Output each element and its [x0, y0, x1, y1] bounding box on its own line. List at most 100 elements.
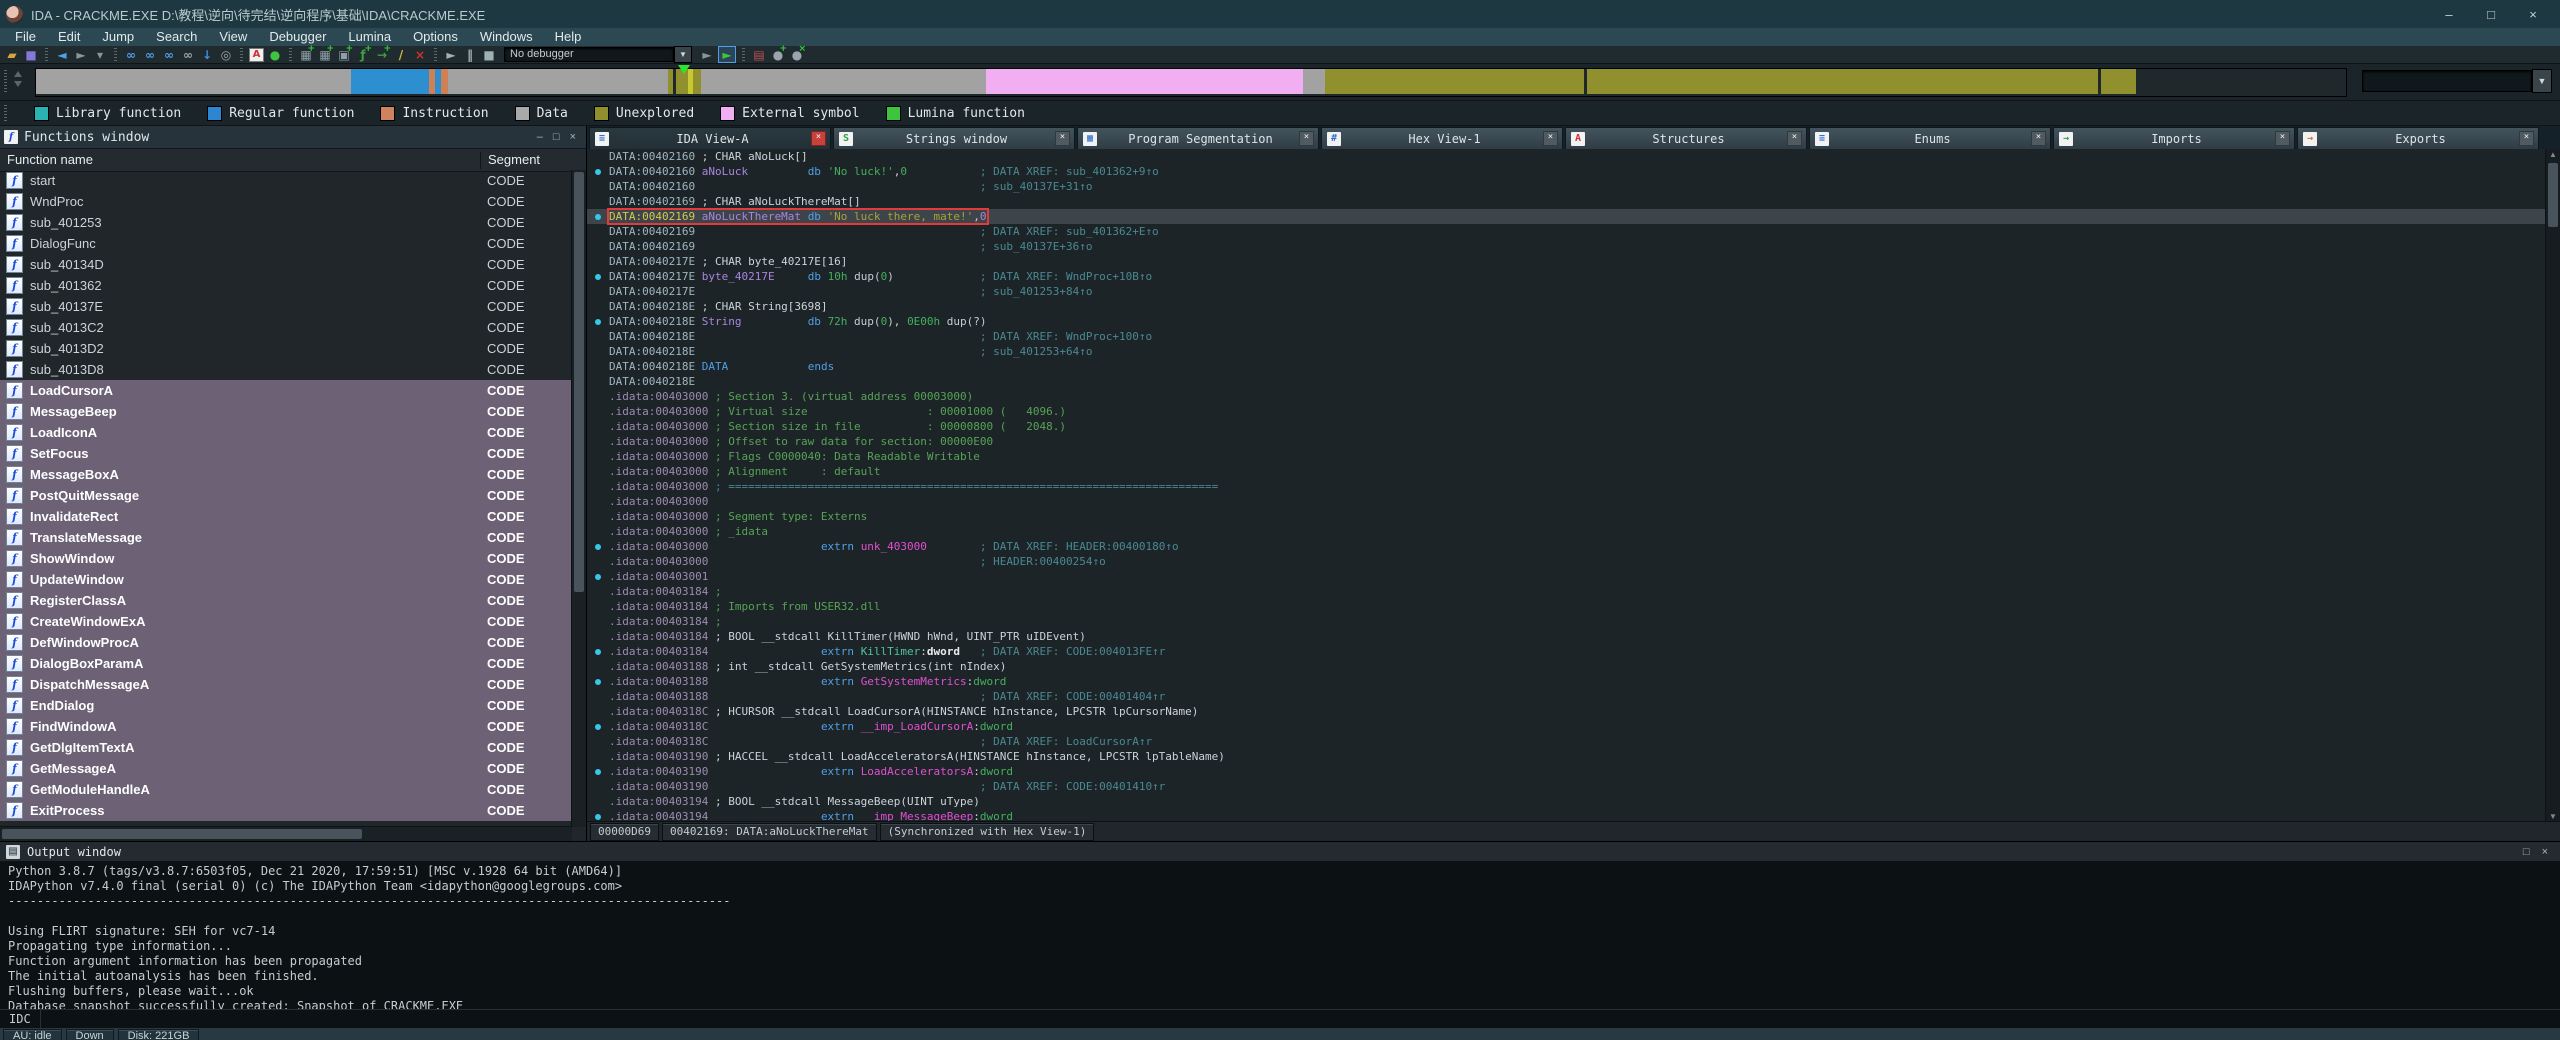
scrollbar-thumb[interactable] — [2548, 163, 2558, 227]
disasm-line[interactable]: .idata:00403000 ; Flags C0000040: Data R… — [587, 449, 2546, 464]
navband-segment[interactable] — [1303, 69, 1325, 94]
disasm-line[interactable]: .idata:00403000 ; Section 3. (virtual ad… — [587, 389, 2546, 404]
cli-selector[interactable]: IDC — [0, 1010, 41, 1028]
navigation-band-track[interactable] — [35, 68, 2347, 97]
tab-close-button[interactable]: × — [2519, 131, 2534, 146]
tab-close-button[interactable]: × — [1787, 131, 1802, 146]
function-row-translatemessage[interactable]: fTranslateMessageCODE — [0, 527, 572, 548]
make-function-icon[interactable]: ƒ+ — [355, 47, 371, 62]
disasm-line[interactable]: DATA:0040217E ; CHAR byte_40217E[16] — [587, 254, 2546, 269]
dropdown-arrow-icon[interactable]: ▼ — [674, 46, 692, 63]
disasm-line[interactable]: .idata:00403188 ; DATA XREF: CODE:004014… — [587, 689, 2546, 704]
disasm-line[interactable]: .idata:00403184 ; — [587, 614, 2546, 629]
navband-combo-arrow-icon[interactable]: ▼ — [2532, 69, 2552, 93]
function-row-messagebeep[interactable]: fMessageBeepCODE — [0, 401, 572, 422]
functions-vertical-scrollbar[interactable] — [571, 170, 586, 827]
tab-program-segmentation[interactable]: ▦Program Segmentation× — [1077, 127, 1319, 150]
function-row-enddialog[interactable]: fEndDialogCODE — [0, 695, 572, 716]
start-process-icon[interactable]: ► — [718, 46, 736, 63]
column-function-name[interactable]: Function name — [7, 152, 93, 167]
navigate-back-icon[interactable]: ◄ — [54, 47, 70, 62]
function-row-sub-401362[interactable]: fsub_401362CODE — [0, 275, 572, 296]
menu-edit[interactable]: Edit — [47, 28, 91, 46]
menu-options[interactable]: Options — [402, 28, 469, 46]
disasm-line[interactable]: .idata:00403000 — [587, 494, 2546, 509]
function-row-dialogboxparama[interactable]: fDialogBoxParamACODE — [0, 653, 572, 674]
disasm-line[interactable]: DATA:00402160 ; sub_40137E+31↑o — [587, 179, 2546, 194]
navband-segment[interactable] — [701, 69, 986, 94]
disassembly-scrollbar[interactable]: ▲ ▼ — [2545, 149, 2560, 823]
disasm-line[interactable]: .idata:00403194 ; BOOL __stdcall Message… — [587, 794, 2546, 809]
attach-process-icon[interactable]: ► — [699, 47, 715, 62]
disasm-line[interactable]: .idata:00403000 ; _idata — [587, 524, 2546, 539]
disasm-line[interactable]: .idata:00403190 ; DATA XREF: CODE:004014… — [587, 779, 2546, 794]
disasm-line[interactable]: DATA:0040218E DATA ends — [587, 359, 2546, 374]
function-row-registerclassa[interactable]: fRegisterClassACODE — [0, 590, 572, 611]
disasm-line[interactable]: DATA:00402160 ; CHAR aNoLuck[] — [587, 149, 2546, 164]
nav-down-icon[interactable] — [14, 81, 22, 87]
navband-grip[interactable] — [4, 70, 7, 94]
function-row-loadicona[interactable]: fLoadIconACODE — [0, 422, 572, 443]
tab-strings-window[interactable]: SStrings window× — [833, 127, 1075, 150]
disasm-line[interactable]: .idata:00403190 extrn LoadAcceleratorsA:… — [587, 764, 2546, 779]
disasm-line[interactable]: DATA:0040217E byte_40217E db 10h dup(0) … — [587, 269, 2546, 284]
maximize-button[interactable]: □ — [2470, 1, 2512, 27]
make-name-icon[interactable]: ▣+ — [336, 47, 352, 62]
scrollbar-thumb[interactable] — [574, 172, 584, 592]
tab-ida-view-a[interactable]: ≡IDA View-A× — [589, 127, 831, 150]
function-row-sub-401253[interactable]: fsub_401253CODE — [0, 212, 572, 233]
tab-close-button[interactable]: × — [811, 131, 826, 146]
binoculars-icon[interactable]: ∞ — [180, 47, 196, 62]
function-row-start[interactable]: fstartCODE — [0, 170, 572, 191]
open-file-icon[interactable]: ▰ — [4, 47, 20, 62]
function-row-dialogfunc[interactable]: fDialogFuncCODE — [0, 233, 572, 254]
scroll-up-icon[interactable]: ▲ — [2546, 149, 2560, 161]
disasm-line[interactable]: .idata:00403184 ; Imports from USER32.dl… — [587, 599, 2546, 614]
function-row-loadcursora[interactable]: fLoadCursorACODE — [0, 380, 572, 401]
navband-segment[interactable] — [448, 69, 668, 94]
navband-segment[interactable] — [36, 69, 351, 94]
column-segment[interactable]: Segment — [480, 152, 540, 169]
disasm-line[interactable]: DATA:00402169 ; sub_40137E+36↑o — [587, 239, 2546, 254]
tab-hex-view-1[interactable]: #Hex View-1× — [1321, 127, 1563, 150]
disasm-line[interactable]: .idata:0040318C extrn __imp_LoadCursorA:… — [587, 719, 2546, 734]
functions-close-button[interactable]: × — [570, 131, 576, 143]
menu-help[interactable]: Help — [544, 28, 593, 46]
jump-by-address-icon[interactable]: ∞ — [161, 47, 177, 62]
tab-close-button[interactable]: × — [1055, 131, 1070, 146]
function-row-setfocus[interactable]: fSetFocusCODE — [0, 443, 572, 464]
menu-file[interactable]: File — [4, 28, 47, 46]
navband-segment[interactable] — [351, 69, 429, 94]
disasm-line[interactable]: .idata:00403000 extrn unk_403000 ; DATA … — [587, 539, 2546, 554]
debugger-selector[interactable]: No debugger▼ — [504, 46, 692, 63]
legend-grip[interactable] — [4, 105, 7, 121]
tab-imports[interactable]: →Imports× — [2053, 127, 2295, 150]
disasm-line[interactable]: DATA:0040218E — [587, 374, 2546, 389]
menu-windows[interactable]: Windows — [469, 28, 544, 46]
disasm-line[interactable]: DATA:0040218E ; CHAR String[3698] — [587, 299, 2546, 314]
functions-restore-button[interactable]: □ — [553, 131, 560, 143]
disasm-line[interactable]: DATA:0040218E String db 72h dup(0), 0E00… — [587, 314, 2546, 329]
function-row-sub-4013d8[interactable]: fsub_4013D8CODE — [0, 359, 572, 380]
debugger-continue-icon[interactable]: ► — [443, 47, 459, 62]
menu-jump[interactable]: Jump — [91, 28, 145, 46]
functions-minimize-button[interactable]: – — [537, 131, 543, 143]
function-row-getdlgitemtexta[interactable]: fGetDlgItemTextACODE — [0, 737, 572, 758]
disasm-line[interactable]: .idata:0040318C ; DATA XREF: LoadCursorA… — [587, 734, 2546, 749]
functions-horizontal-scrollbar[interactable] — [0, 826, 572, 841]
add-xref-icon[interactable]: →+ — [374, 47, 390, 62]
output-restore-button[interactable]: □ — [2523, 846, 2530, 858]
scrollbar-thumb[interactable] — [2, 829, 362, 839]
navband-segment[interactable] — [986, 69, 1303, 94]
menu-search[interactable]: Search — [145, 28, 208, 46]
function-row-showwindow[interactable]: fShowWindowCODE — [0, 548, 572, 569]
make-data-icon[interactable]: ▦+ — [317, 47, 333, 62]
command-input[interactable] — [41, 1010, 2560, 1028]
tab-close-button[interactable]: × — [1543, 131, 1558, 146]
jump-by-name-icon[interactable]: ∞ — [123, 47, 139, 62]
debugger-selector-value[interactable]: No debugger — [504, 47, 674, 62]
disasm-line[interactable]: DATA:00402160 aNoLuck db 'No luck!',0 ; … — [587, 164, 2546, 179]
navigate-forward-icon[interactable]: ► — [73, 47, 89, 62]
disasm-line[interactable]: .idata:00403184 ; — [587, 584, 2546, 599]
navband-combo[interactable]: ▼ — [2362, 69, 2552, 93]
